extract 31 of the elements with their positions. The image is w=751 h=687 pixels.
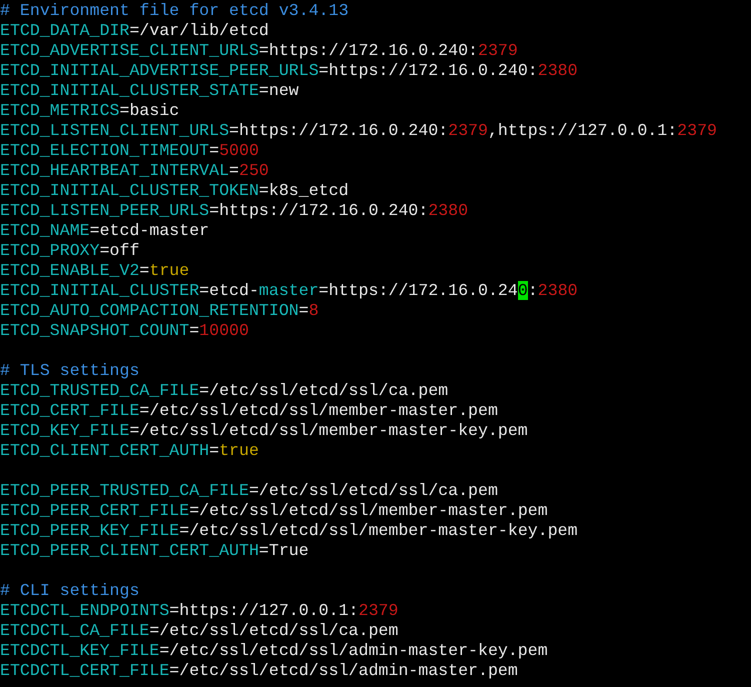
code-line: ETCD_INITIAL_CLUSTER=etcd-master=https://172.16.0.240:2380 (0, 281, 578, 301)
code-line: ETCD_CERT_FILE=/etc/ssl/etcd/ssl/member-master.pem (0, 401, 498, 421)
code-line: ETCD_METRICS=basic (0, 101, 180, 121)
code-line: ETCD_PEER_CLIENT_CERT_AUTH=True (0, 541, 309, 561)
code-line: ETCD_LISTEN_PEER_URLS=https://172.16.0.240:2380 (0, 201, 468, 221)
code-line: ETCD_INITIAL_CLUSTER_STATE=new (0, 81, 299, 101)
code-line: ETCD_HEARTBEAT_INTERVAL=250 (0, 161, 269, 181)
code-line: ETCD_NAME=etcd-master (0, 221, 210, 241)
code-line: ETCD_PROXY=off (0, 241, 140, 261)
code-line: ETCD_AUTO_COMPACTION_RETENTION=8 (0, 301, 319, 321)
code-line: ETCD_INITIAL_CLUSTER_TOKEN=k8s_etcd (0, 181, 349, 201)
code-line: ETCDCTL_KEY_FILE=/etc/ssl/etcd/ssl/admin-master-key.pem (0, 641, 548, 661)
code-line: ETCDCTL_CERT_FILE=/etc/ssl/etcd/ssl/admin-master.pem (0, 661, 518, 681)
code-line: ETCD_ENABLE_V2=true (0, 261, 190, 281)
code-line: ETCD_ADVERTISE_CLIENT_URLS=https://172.16.0.240:2379 (0, 41, 518, 61)
code-line: ETCD_KEY_FILE=/etc/ssl/etcd/ssl/member-master-key.pem (0, 421, 528, 441)
code-line: ETCD_PEER_CERT_FILE=/etc/ssl/etcd/ssl/member-master.pem (0, 501, 548, 521)
code-line: ETCD_CLIENT_CERT_AUTH=true (0, 441, 259, 461)
code-line: ETCD_SNAPSHOT_COUNT=10000 (0, 321, 249, 341)
code-line: ETCDCTL_ENDPOINTS=https://127.0.0.1:2379 (0, 601, 398, 621)
code-line: ETCD_TRUSTED_CA_FILE=/etc/ssl/etcd/ssl/ca.pem (0, 381, 448, 401)
code-line: ETCD_ELECTION_TIMEOUT=5000 (0, 141, 259, 161)
code-line: # Environment file for etcd v3.4.13 (0, 1, 349, 21)
code-line: # TLS settings (0, 361, 140, 381)
code-line: ETCD_DATA_DIR=/var/lib/etcd (0, 21, 269, 41)
code-line: ETCD_PEER_TRUSTED_CA_FILE=/etc/ssl/etcd/ssl/ca.pem (0, 481, 498, 501)
code-line: # CLI settings (0, 581, 140, 601)
code-line: ETCD_LISTEN_CLIENT_URLS=https://172.16.0.240:2379,https://127.0.0.1:2379 (0, 121, 717, 141)
code-line: ETCD_INITIAL_ADVERTISE_PEER_URLS=https://172.16.0.240:2380 (0, 61, 578, 81)
code-line: ETCD_PEER_KEY_FILE=/etc/ssl/etcd/ssl/member-master-key.pem (0, 521, 578, 541)
code-line: ETCDCTL_CA_FILE=/etc/ssl/etcd/ssl/ca.pem (0, 621, 398, 641)
